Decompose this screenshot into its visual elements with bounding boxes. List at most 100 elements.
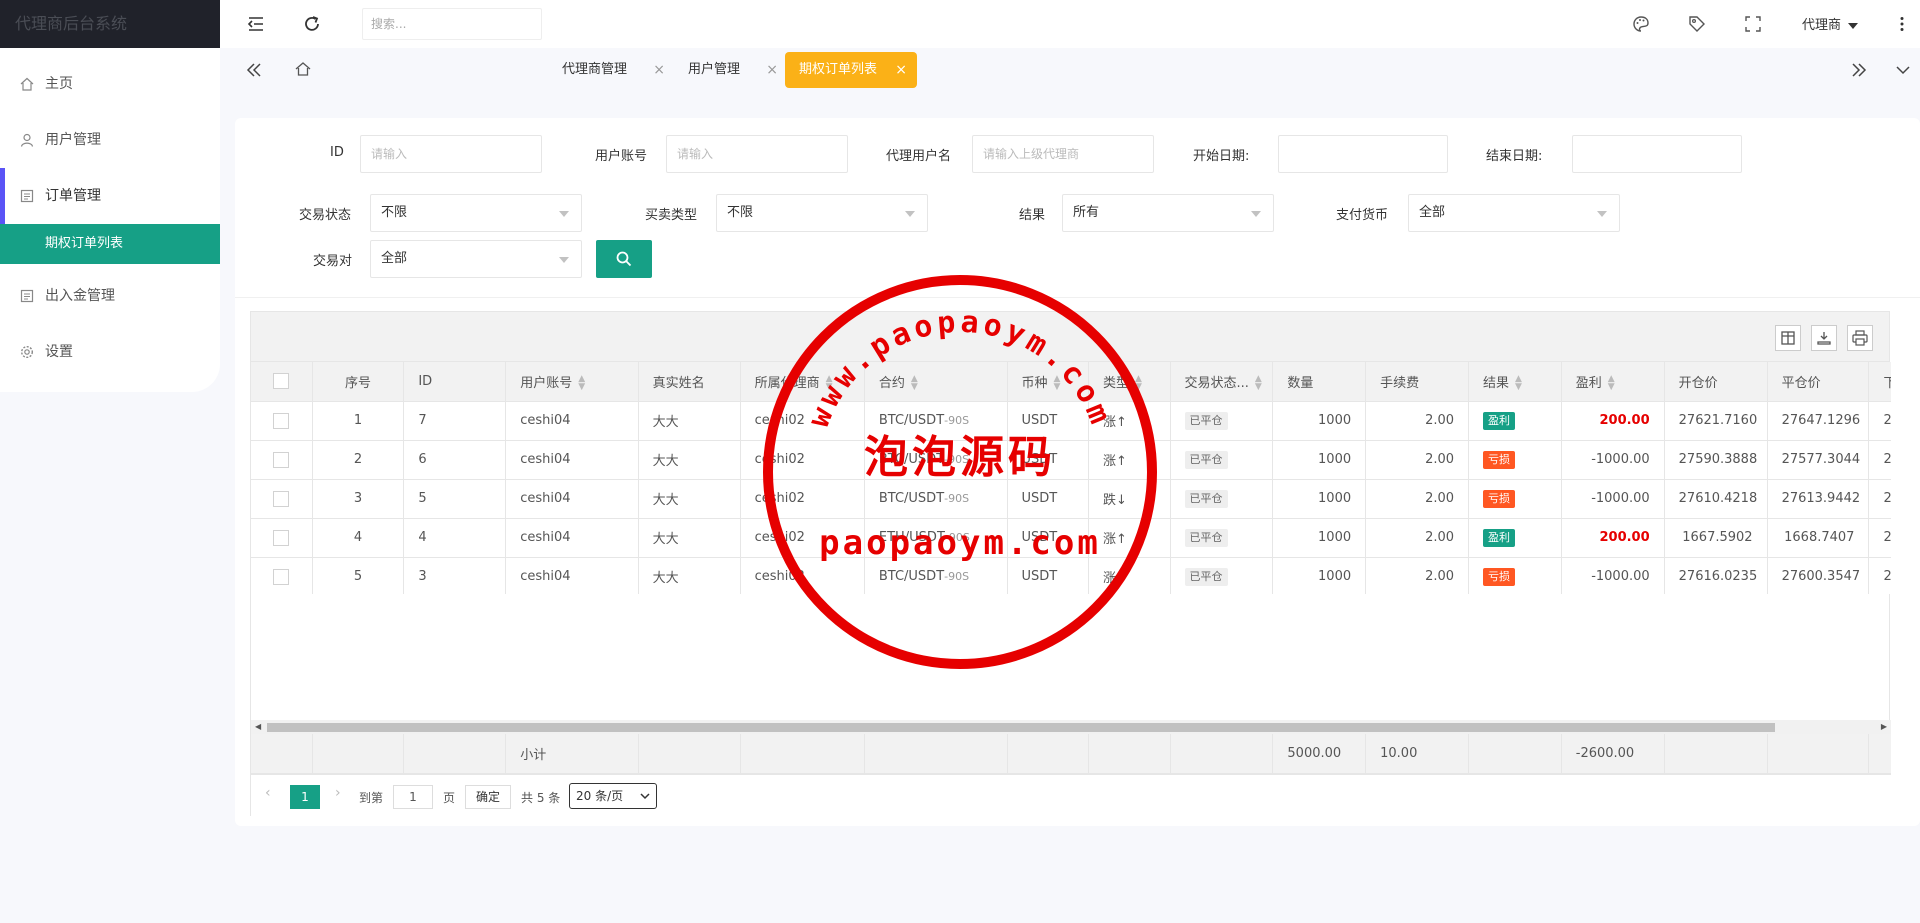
- end-date-input[interactable]: [1572, 135, 1742, 173]
- more-vertical-icon[interactable]: [1892, 14, 1912, 34]
- cell-result: 亏损: [1468, 557, 1562, 594]
- col-header-coin[interactable]: 币种 ▲ ▼: [1007, 362, 1089, 402]
- sidebar-item-orders[interactable]: 订单管理: [0, 168, 220, 224]
- pair-select[interactable]: 全部: [370, 240, 582, 278]
- close-icon[interactable]: ×: [653, 52, 665, 88]
- col-header-result[interactable]: 结果 ▲ ▼: [1468, 362, 1562, 402]
- search-input[interactable]: 搜索...: [362, 8, 542, 40]
- row-checkbox[interactable]: [273, 412, 290, 429]
- page-unit-label: 页: [443, 791, 456, 805]
- user-menu[interactable]: 代理商: [1802, 14, 1859, 33]
- sidebar-item-users[interactable]: 用户管理: [0, 112, 220, 168]
- table-row: 2 6 ceshi04 大大 ceshi02 BTC/USDT-90S USDT 涨↑ 已平仓 1…: [251, 440, 1891, 480]
- sidebar-item-home[interactable]: 主页: [0, 56, 220, 112]
- theme-icon[interactable]: [1631, 14, 1651, 34]
- tag-icon[interactable]: [1687, 14, 1707, 34]
- sidebar-subitem-option-orders[interactable]: 期权订单列表: [0, 224, 220, 264]
- order-icon: [20, 189, 34, 203]
- scroll-left-arrow-icon[interactable]: ◀: [255, 720, 261, 734]
- col-header-agent[interactable]: 所属代理商 ▲ ▼: [740, 362, 865, 402]
- page-current[interactable]: 1: [290, 785, 320, 809]
- next-page-icon[interactable]: ›: [335, 785, 341, 801]
- order-table: 序号 ID 用户账号 ▲ ▼ 真实姓名 所属代理商 ▲ ▼ 合约 ▲ ▼ 币种 ▲ ▼ 类型 ▲ ▼…: [250, 311, 1891, 816]
- col-header-label: 所属代理商: [754, 375, 820, 391]
- pagination: ‹ 1 › 到第 1 页 确定 共 5 条 20 条/页: [251, 774, 1891, 816]
- fullscreen-icon[interactable]: [1743, 14, 1763, 34]
- sidebar-item-settings[interactable]: 设置: [0, 324, 220, 380]
- col-header-open-price: 开仓价: [1664, 362, 1768, 402]
- print-button[interactable]: [1847, 325, 1873, 351]
- page-size-select[interactable]: 20 条/页: [569, 783, 657, 809]
- goto-confirm-button[interactable]: 确定: [465, 785, 511, 809]
- close-icon[interactable]: ×: [895, 52, 907, 88]
- cell-open-price: 27616.0235: [1664, 557, 1768, 594]
- cell-name: 大大: [638, 440, 741, 480]
- agent-input[interactable]: 请输入上级代理商: [972, 135, 1154, 173]
- sidebar: 代理商后台系统 主页 用户管理 订单管理 期权订单列表 出入金管理 设置: [0, 0, 220, 923]
- row-checkbox[interactable]: [273, 568, 290, 585]
- col-header-profit[interactable]: 盈利 ▲ ▼: [1561, 362, 1665, 402]
- contract-pair: BTC/USDT: [878, 491, 945, 506]
- cell-profit: -1000.00: [1561, 440, 1665, 480]
- start-date-input[interactable]: [1278, 135, 1448, 173]
- total-count: 共 5 条: [521, 791, 561, 805]
- id-input[interactable]: 请输入: [360, 135, 542, 173]
- currency-select[interactable]: 全部: [1408, 194, 1620, 232]
- col-header-contract[interactable]: 合约 ▲ ▼: [864, 362, 1008, 402]
- pair-label: 交易对: [313, 254, 353, 269]
- goto-page-input[interactable]: 1: [393, 785, 433, 809]
- scroll-thumb[interactable]: [267, 723, 1775, 732]
- sort-icon[interactable]: ▲ ▼: [578, 375, 585, 392]
- print-icon: [1852, 330, 1868, 346]
- side-label: 买卖类型: [645, 208, 698, 223]
- col-header-label: 币种: [1021, 375, 1048, 391]
- sidebar-item-label: 主页: [45, 76, 73, 92]
- sort-icon[interactable]: ▲ ▼: [1515, 375, 1522, 392]
- tabs-scroll-right-icon[interactable]: [1851, 62, 1867, 78]
- tab-agent-management[interactable]: 代理商管理 ×: [548, 52, 665, 88]
- col-header-type[interactable]: 类型 ▲ ▼: [1088, 362, 1171, 402]
- cell-contract: BTC/USDT-90S: [864, 557, 1008, 594]
- account-input[interactable]: 请输入: [666, 135, 848, 173]
- home-tab-icon[interactable]: [295, 61, 311, 77]
- table-row: 3 5 ceshi04 大大 ceshi02 BTC/USDT-90S USDT 跌↓ 已平仓 1…: [251, 479, 1891, 519]
- row-checkbox[interactable]: [273, 451, 290, 468]
- cell-order-time: 2023: [1868, 557, 1891, 594]
- scroll-right-arrow-icon[interactable]: ▶: [1881, 720, 1887, 734]
- sort-icon[interactable]: ▲ ▼: [1054, 375, 1061, 392]
- cell-status: 已平仓: [1170, 401, 1274, 441]
- search-button[interactable]: [596, 240, 652, 278]
- row-checkbox[interactable]: [273, 529, 290, 546]
- result-badge: 亏损: [1483, 567, 1516, 586]
- horizontal-scrollbar[interactable]: ◀ ▶: [251, 720, 1891, 734]
- columns-toggle-button[interactable]: [1775, 325, 1801, 351]
- cell-result: 亏损: [1468, 479, 1562, 519]
- sidebar-item-finance[interactable]: 出入金管理: [0, 268, 220, 324]
- menu-collapse-icon[interactable]: [246, 14, 266, 34]
- close-icon[interactable]: ×: [766, 52, 778, 88]
- status-select[interactable]: 不限: [370, 194, 582, 232]
- sort-icon[interactable]: ▲ ▼: [1255, 375, 1262, 392]
- sort-icon[interactable]: ▲ ▼: [826, 375, 833, 392]
- tabs-scroll-left-icon[interactable]: [246, 62, 262, 78]
- col-header-fee: 手续费: [1365, 362, 1470, 402]
- tabs-dropdown-icon[interactable]: [1895, 63, 1911, 77]
- side-select[interactable]: 不限: [716, 194, 928, 232]
- cell-status: 已平仓: [1170, 518, 1274, 558]
- sort-icon[interactable]: ▲ ▼: [911, 375, 918, 392]
- sort-icon[interactable]: ▲ ▼: [1135, 375, 1142, 392]
- col-header-status[interactable]: 交易状态... ▲ ▼: [1170, 362, 1274, 402]
- export-button[interactable]: [1811, 325, 1837, 351]
- table-grid: 序号 ID 用户账号 ▲ ▼ 真实姓名 所属代理商 ▲ ▼ 合约 ▲ ▼ 币种 ▲ ▼ 类型 ▲ ▼…: [251, 362, 1891, 594]
- col-header-account[interactable]: 用户账号 ▲ ▼: [505, 362, 639, 402]
- prev-page-icon[interactable]: ‹: [265, 785, 271, 801]
- result-select[interactable]: 所有: [1062, 194, 1274, 232]
- sort-icon[interactable]: ▲ ▼: [1608, 375, 1615, 392]
- select-all-checkbox[interactable]: [273, 373, 290, 390]
- topbar: 搜索... 代理商: [220, 0, 1920, 48]
- refresh-icon[interactable]: [302, 14, 322, 34]
- tab-user-management[interactable]: 用户管理 ×: [674, 52, 778, 88]
- row-checkbox[interactable]: [273, 490, 290, 507]
- start-date-label: 开始日期:: [1193, 149, 1250, 164]
- tab-option-orders[interactable]: 期权订单列表 ×: [785, 52, 918, 88]
